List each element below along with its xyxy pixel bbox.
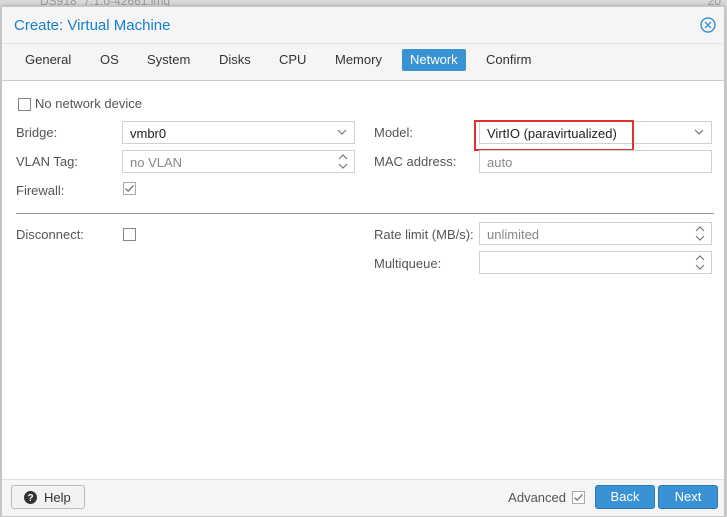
advanced-label: Advanced [508,490,566,505]
tab-general[interactable]: General [17,49,79,71]
mac-address-input[interactable]: auto [479,150,712,173]
no-network-device-checkbox[interactable] [18,98,31,111]
chevron-down-icon [337,129,347,135]
mac-address-label: MAC address: [374,154,457,169]
spinner-icon[interactable] [694,254,706,271]
rate-limit-label: Rate limit (MB/s): [374,227,474,242]
dialog-footer: ? Help Advanced Back Next [2,479,724,516]
tab-memory[interactable]: Memory [327,49,390,71]
advanced-checkbox[interactable] [572,491,585,504]
vlan-tag-value: no VLAN [130,155,183,170]
firewall-checkbox[interactable] [123,182,136,195]
no-network-device-label: No network device [35,96,142,111]
tab-network[interactable]: Network [402,49,466,71]
multiqueue-input[interactable] [479,251,712,274]
close-icon[interactable] [700,17,716,33]
dialog-titlebar: Create: Virtual Machine [2,7,724,44]
tab-system[interactable]: System [139,49,198,71]
firewall-label: Firewall: [16,183,65,198]
svg-text:?: ? [27,493,33,504]
chevron-down-icon [694,129,704,135]
model-label: Model: [374,125,414,140]
disconnect-checkbox[interactable] [123,228,136,241]
rate-limit-input[interactable]: unlimited [479,222,712,245]
tab-bar: General OS System Disks CPU Memory Netwo… [2,44,724,81]
checkmark-icon [123,182,136,195]
checkmark-icon [572,491,585,504]
help-label: Help [44,490,71,505]
tab-os[interactable]: OS [92,49,127,71]
bridge-value: vmbr0 [130,126,167,141]
next-button[interactable]: Next [658,485,718,509]
mac-address-value: auto [487,155,513,170]
rate-limit-value: unlimited [487,227,540,242]
tab-cpu[interactable]: CPU [271,49,314,71]
back-button[interactable]: Back [595,485,655,509]
create-vm-dialog: Create: Virtual Machine General OS Syste… [1,6,725,517]
tab-confirm[interactable]: Confirm [478,49,540,71]
model-highlight-box [474,120,634,151]
spinner-icon[interactable] [694,225,706,242]
network-panel: No network device Bridge: vmbr0 VLAN Tag… [2,81,724,479]
dialog-title: Create: Virtual Machine [14,17,171,34]
section-divider [16,213,714,214]
bridge-select[interactable]: vmbr0 [122,121,355,144]
multiqueue-label: Multiqueue: [374,256,442,271]
tab-disks[interactable]: Disks [211,49,259,71]
disconnect-label: Disconnect: [16,227,84,242]
spinner-icon[interactable] [337,153,349,170]
help-button[interactable]: ? Help [11,485,85,509]
vlan-tag-input[interactable]: no VLAN [122,150,355,173]
bridge-label: Bridge: [16,125,58,140]
vlan-tag-label: VLAN Tag: [16,154,78,169]
question-circle-icon: ? [24,491,37,504]
